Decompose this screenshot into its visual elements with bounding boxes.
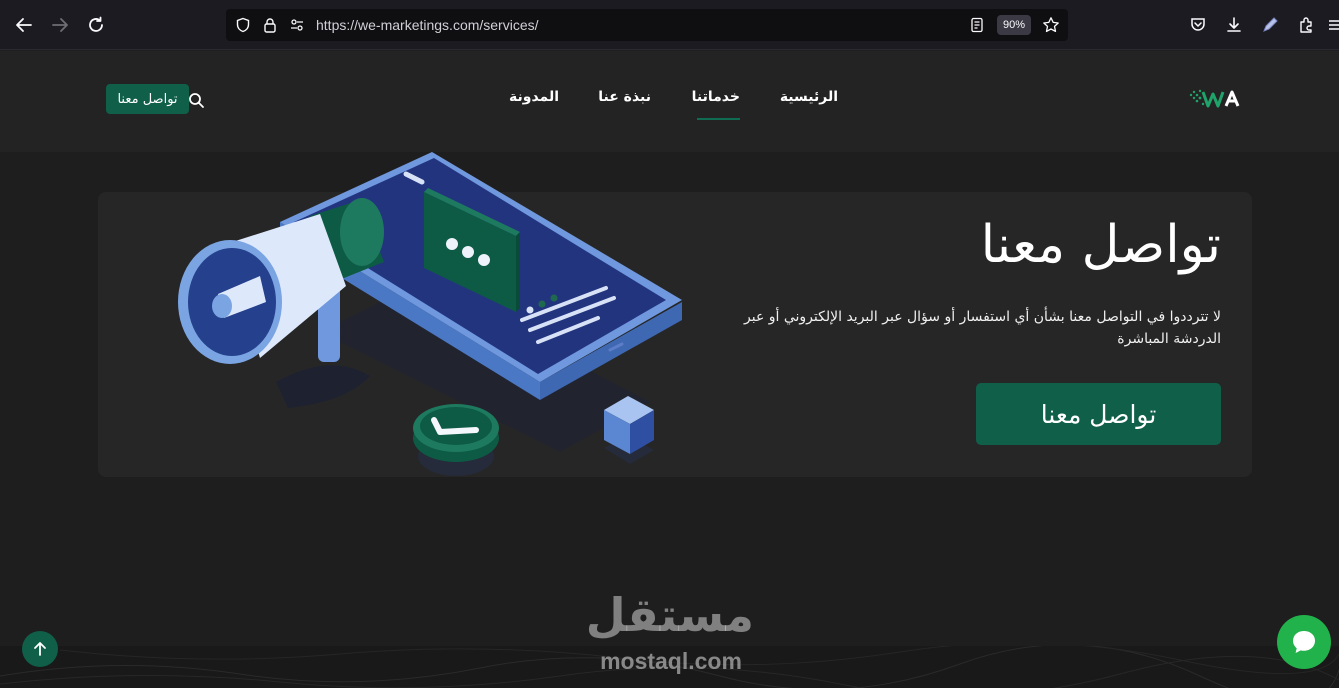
extensions-icon[interactable]: [1294, 13, 1318, 37]
shield-icon[interactable]: [234, 16, 252, 34]
search-icon[interactable]: [187, 91, 205, 109]
back-arrow-icon[interactable]: [12, 13, 36, 37]
nav-home[interactable]: الرئيسية: [780, 89, 838, 111]
url-bar[interactable]: https://we-marketings.com/services/ 90%: [226, 9, 1068, 41]
site-header: الرئيسية خدماتنا نبذة عنا المدونة تواصل …: [0, 51, 1339, 152]
site-logo[interactable]: [1188, 87, 1244, 111]
lock-icon[interactable]: [261, 16, 279, 34]
menu-icon[interactable]: [1326, 13, 1339, 37]
active-nav-indicator: [697, 118, 740, 120]
reader-view-icon[interactable]: [968, 16, 986, 34]
nav-blog[interactable]: المدونة: [509, 89, 559, 111]
bookmark-star-icon[interactable]: [1042, 16, 1060, 34]
nav-services[interactable]: خدماتنا: [692, 89, 740, 111]
zoom-level-badge[interactable]: 90%: [997, 15, 1031, 35]
scroll-to-top-button[interactable]: [22, 631, 58, 667]
download-icon[interactable]: [1222, 13, 1246, 37]
watermark-latin: mostaql.com: [600, 648, 742, 674]
chat-bubble-icon: [1293, 631, 1315, 653]
reload-icon[interactable]: [84, 13, 108, 37]
watermark-arabic: مستقل: [585, 588, 754, 642]
hero-description: لا تترددوا في التواصل معنا بشأن أي استفس…: [744, 309, 1221, 347]
hero-contact-button[interactable]: تواصل معنا: [976, 383, 1221, 445]
nav-about[interactable]: نبذة عنا: [598, 89, 651, 111]
forward-arrow-icon[interactable]: [48, 13, 72, 37]
megaphone-phone-illustration: [170, 152, 690, 478]
url-text[interactable]: https://we-marketings.com/services/: [316, 17, 539, 33]
permissions-icon[interactable]: [288, 16, 306, 34]
arrow-up-icon: [34, 642, 46, 656]
live-chat-button[interactable]: [1277, 615, 1331, 669]
hero-title: تواصل معنا: [980, 215, 1221, 275]
browser-toolbar: https://we-marketings.com/services/ 90%: [0, 0, 1339, 50]
header-contact-button[interactable]: تواصل معنا: [106, 84, 189, 114]
pen-icon[interactable]: [1258, 13, 1282, 37]
pocket-icon[interactable]: [1186, 13, 1210, 37]
